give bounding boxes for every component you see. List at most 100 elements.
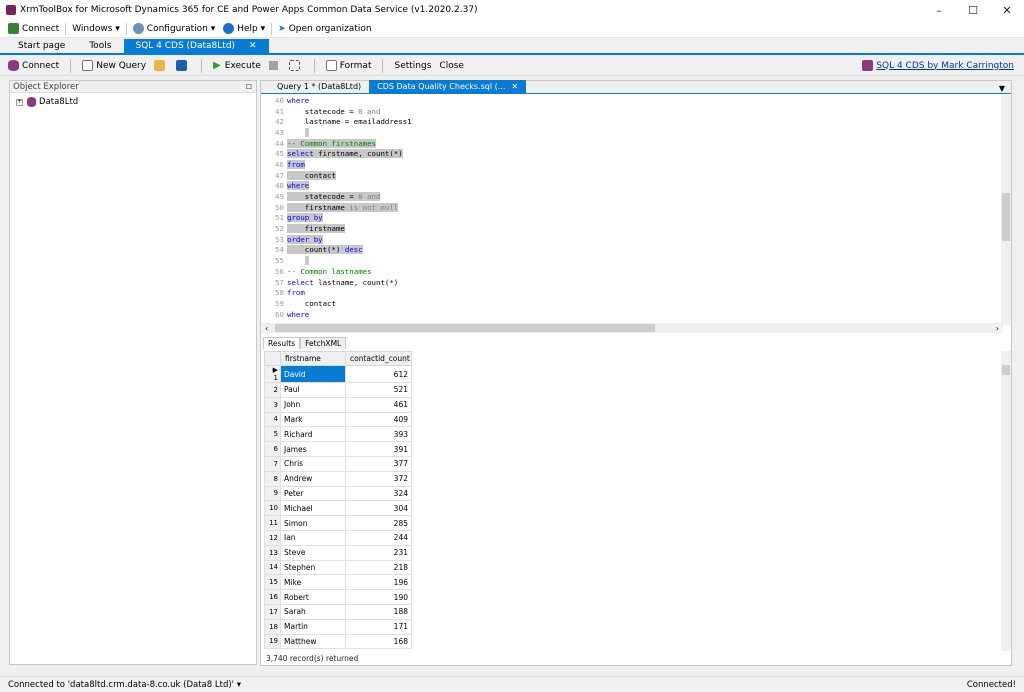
code-line[interactable]: 55 (261, 255, 1001, 266)
stop-button[interactable] (265, 57, 285, 75)
row-header[interactable]: 19 (264, 633, 281, 650)
maximize-button[interactable]: ☐ (956, 0, 990, 20)
code-line[interactable]: 56 -- Common lastnames (261, 266, 1001, 277)
code-line[interactable]: 48 where (261, 181, 1001, 192)
tab-list-dropdown-icon[interactable]: ▼ (999, 84, 1005, 93)
cell-firstname[interactable]: Robert (280, 589, 346, 605)
save-button[interactable] (172, 57, 194, 75)
cell-contactid-count[interactable]: 409 (345, 411, 412, 428)
close-tab-icon[interactable]: ✕ (511, 82, 518, 91)
cell-contactid-count[interactable]: 218 (345, 559, 412, 576)
code-line[interactable]: 54 count(*) desc (261, 245, 1001, 256)
code-line[interactable]: 40 where (261, 95, 1001, 106)
table-row[interactable]: 14 Stephen 218 (264, 559, 412, 576)
configuration-menu[interactable]: Configuration ▾ (129, 21, 219, 37)
cell-contactid-count[interactable]: 393 (345, 426, 412, 443)
credit-link[interactable]: SQL 4 CDS by Mark Carrington (862, 60, 1014, 71)
settings-button[interactable]: Settings (390, 57, 435, 75)
tab-start-page[interactable]: Start page (6, 39, 77, 53)
scroll-thumb[interactable] (1002, 193, 1010, 241)
open-organization-menu[interactable]: ➤ Open organization (274, 21, 375, 37)
code-line[interactable]: 45 select firstname, count(*) (261, 148, 1001, 159)
doc-tab-query1[interactable]: Query 1 * (Data8Ltd) (269, 80, 369, 93)
table-row[interactable]: 5 Richard 393 (264, 426, 412, 443)
code-line[interactable]: 57 select lastname, count(*) (261, 277, 1001, 288)
cell-contactid-count[interactable]: 304 (345, 500, 412, 517)
column-header-firstname[interactable]: firstname (280, 351, 346, 366)
cell-firstname[interactable]: Mark (280, 411, 346, 428)
code-line[interactable]: 46 from (261, 159, 1001, 170)
open-button[interactable] (150, 57, 172, 75)
table-row[interactable]: 19 Matthew 168 (264, 633, 412, 650)
table-row[interactable]: 3 John 461 (264, 396, 412, 413)
code-line[interactable]: 52 firstname (261, 223, 1001, 234)
tab-sql4cds[interactable]: SQL 4 CDS (Data8Ltd) ✕ (123, 39, 269, 53)
scroll-right-icon[interactable]: › (996, 324, 999, 333)
cell-firstname[interactable]: Peter (280, 485, 346, 502)
query-plan-button[interactable] (285, 57, 307, 75)
code-line[interactable]: 59 contact (261, 298, 1001, 309)
row-header[interactable]: 6 (264, 441, 281, 457)
table-row[interactable]: 17 Sarah 188 (264, 603, 412, 620)
row-header[interactable]: 16 (264, 589, 281, 605)
cell-contactid-count[interactable]: 372 (345, 470, 412, 487)
cell-firstname[interactable]: Martin (280, 618, 346, 635)
row-header[interactable]: 15 (264, 574, 281, 591)
table-row[interactable]: 18 Martin 171 (264, 618, 412, 635)
new-query-button[interactable]: New Query (78, 57, 150, 75)
row-header[interactable]: 2 (264, 382, 281, 398)
row-header[interactable]: 12 (264, 529, 281, 546)
row-header[interactable]: 10 (264, 500, 281, 517)
row-header[interactable]: 18 (264, 618, 281, 635)
cell-firstname[interactable]: Stephen (280, 559, 346, 576)
table-row[interactable]: 7 Chris 377 (264, 455, 412, 472)
table-row[interactable]: 11 Simon 285 (264, 515, 412, 531)
cell-contactid-count[interactable]: 196 (345, 574, 412, 591)
cell-firstname[interactable]: Sarah (280, 603, 346, 620)
code-line[interactable]: 43 (261, 127, 1001, 138)
cell-firstname[interactable]: Chris (280, 455, 346, 472)
cell-firstname[interactable]: Andrew (280, 470, 346, 487)
cell-contactid-count[interactable]: 285 (345, 515, 412, 531)
row-header[interactable]: 13 (264, 544, 281, 561)
results-grid[interactable]: firstname contactid_count ▶ 1 David 612 2 Pa… (264, 351, 1004, 651)
cell-firstname[interactable]: Simon (280, 515, 346, 531)
scroll-left-icon[interactable]: ‹ (265, 324, 268, 333)
cell-firstname[interactable]: James (280, 441, 346, 457)
cell-contactid-count[interactable]: 612 (345, 365, 412, 383)
cell-firstname[interactable]: John (280, 396, 346, 413)
row-header[interactable]: 3 (264, 396, 281, 413)
tree-node-data8ltd[interactable]: + Data8Ltd (10, 93, 256, 111)
cell-contactid-count[interactable]: 377 (345, 455, 412, 472)
code-line[interactable]: 41 statecode = 0 and (261, 106, 1001, 117)
editor-horizontal-scrollbar[interactable]: ‹ › (261, 323, 1003, 333)
cell-contactid-count[interactable]: 521 (345, 382, 412, 398)
row-header[interactable]: 11 (264, 515, 281, 531)
cell-firstname[interactable]: Mike (280, 574, 346, 591)
cell-contactid-count[interactable]: 168 (345, 633, 412, 650)
cell-contactid-count[interactable]: 171 (345, 618, 412, 635)
row-header[interactable]: 5 (264, 426, 281, 443)
cell-firstname[interactable]: Matthew (280, 633, 346, 650)
code-line[interactable]: 47 contact (261, 170, 1001, 181)
tab-fetchxml[interactable]: FetchXML (300, 337, 347, 349)
cell-firstname[interactable]: Richard (280, 426, 346, 443)
format-button[interactable]: Format (322, 57, 376, 75)
row-header[interactable]: ▶ 1 (264, 365, 281, 383)
editor-vertical-scrollbar[interactable] (1001, 95, 1011, 325)
cell-contactid-count[interactable]: 231 (345, 544, 412, 561)
expand-icon[interactable]: + (16, 98, 23, 106)
row-header[interactable]: 9 (264, 485, 281, 502)
row-header[interactable]: 17 (264, 603, 281, 620)
cell-contactid-count[interactable]: 391 (345, 441, 412, 457)
execute-button[interactable]: ▶ Execute (209, 57, 265, 75)
column-header-contactid-count[interactable]: contactid_count (345, 351, 412, 366)
table-row[interactable]: 12 Ian 244 (264, 529, 412, 546)
sql-editor[interactable]: 40 where 41 statecode = 0 and 42 lastname =… (261, 95, 1001, 325)
close-window-button[interactable]: ✕ (990, 0, 1024, 20)
table-row[interactable]: 8 Andrew 372 (264, 470, 412, 487)
table-row[interactable]: 16 Robert 190 (264, 589, 412, 605)
row-header[interactable]: 8 (264, 470, 281, 487)
scroll-thumb[interactable] (275, 324, 655, 332)
code-line[interactable]: 58 from (261, 287, 1001, 298)
